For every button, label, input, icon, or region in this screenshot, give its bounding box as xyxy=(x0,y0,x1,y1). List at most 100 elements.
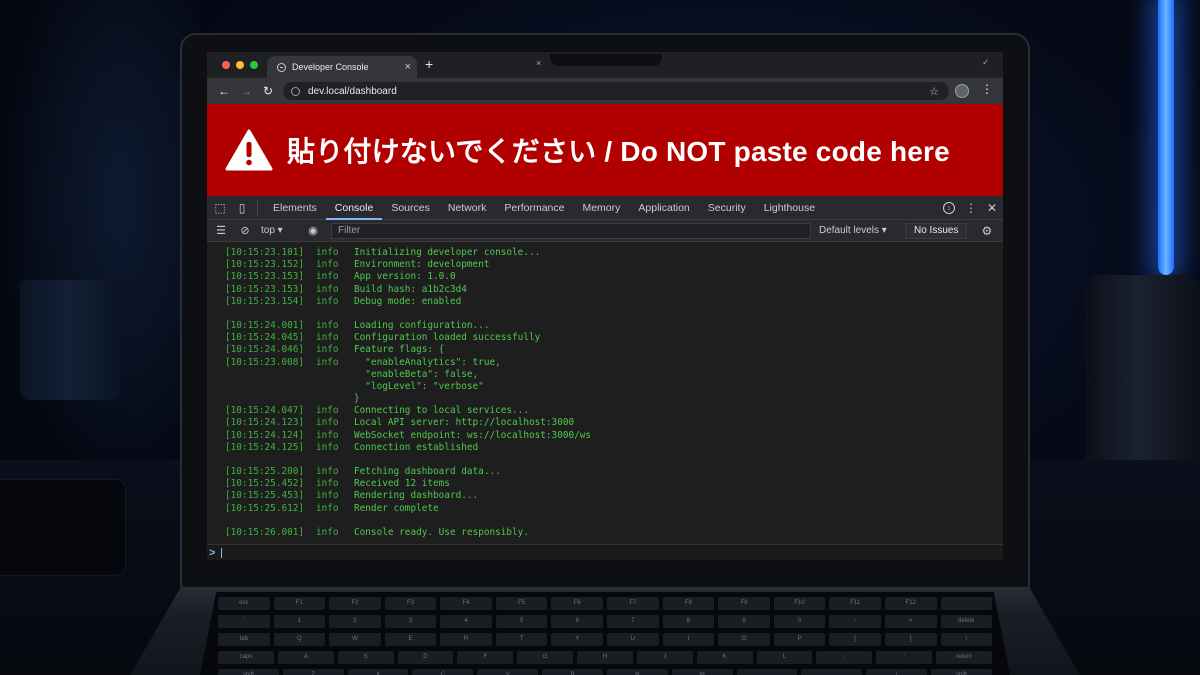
keyboard-key: F xyxy=(457,651,514,664)
log-message: Environment: development xyxy=(354,259,490,271)
keyboard-key: [ xyxy=(829,633,881,646)
keyboard-key: . xyxy=(801,669,863,675)
console-prompt[interactable]: > xyxy=(207,544,1003,560)
log-message: Configuration loaded successfully xyxy=(354,332,541,344)
keyboard-row: tab Q W E R T Y U I O P[] \ xyxy=(200,633,1010,646)
clear-console-icon[interactable]: ⊘ xyxy=(233,224,257,237)
log-timestamp: [10:15:26.001] xyxy=(225,526,305,538)
tab-close-icon[interactable]: × xyxy=(405,61,411,73)
devtools-menu-icon[interactable]: ⋮ xyxy=(965,201,977,215)
laptop-screen: Developer Console × + × ✓ ← → ↻ dev.loca… xyxy=(207,52,1003,560)
device-toolbar-icon[interactable]: ▯ xyxy=(231,201,253,215)
context-selector[interactable]: top ▾ xyxy=(261,225,301,236)
tabbar-close-icon[interactable]: × xyxy=(536,58,541,68)
browser-tab[interactable]: Developer Console × xyxy=(267,56,417,78)
tab-search-chevron-icon[interactable]: ✓ xyxy=(982,57,990,68)
log-message: Received 12 items xyxy=(354,478,450,490)
log-message: Debug mode: enabled xyxy=(354,295,462,307)
console-settings-gear-icon[interactable]: ⚙ xyxy=(981,224,992,238)
log-line: [10:15:24.124] info WebSocket endpoint: ws… xyxy=(207,430,1003,442)
window-close-dot[interactable] xyxy=(222,61,230,69)
forward-arrow-icon[interactable]: → xyxy=(235,78,257,104)
log-timestamp: [10:15:23.152] xyxy=(225,259,305,271)
log-line: [10:15:24.001] info Loading configuration.… xyxy=(207,320,1003,332)
devtools-tab-console[interactable]: Console xyxy=(325,196,383,220)
keyboard-row: esc F1 F2 F3 F4 F5 F6 F7 F8 F9 F10 F11 F12 xyxy=(200,597,1010,610)
log-line: [10:15:25.452] info Received 12 items xyxy=(207,478,1003,490)
log-message: Loading configuration... xyxy=(354,319,490,331)
log-gap xyxy=(207,515,1003,527)
devtools-tab-elements[interactable]: Elements xyxy=(264,196,326,220)
text-caret xyxy=(221,547,222,558)
devtools-tab-lighthouse[interactable]: Lighthouse xyxy=(755,196,824,220)
keyboard-key: / xyxy=(866,669,928,675)
devtools-tab-application[interactable]: Application xyxy=(629,196,698,220)
address-bar[interactable]: dev.local/dashboard ☆ xyxy=(283,82,949,100)
keyboard-key: 4 xyxy=(440,615,492,628)
keyboard-key: G xyxy=(517,651,574,664)
keyboard-key: ` xyxy=(218,615,270,628)
log-line: [10:15:24.125] info Connection established xyxy=(207,442,1003,454)
keyboard-key: F12 xyxy=(884,597,937,610)
site-info-icon[interactable] xyxy=(291,86,300,96)
issues-shield-icon[interactable]: ↕ xyxy=(942,202,955,214)
log-level: info xyxy=(316,526,339,538)
keyboard-key: return xyxy=(936,651,992,664)
log-timestamp: [10:15:23.153] xyxy=(225,271,305,283)
log-levels-label: Default levels xyxy=(819,225,880,236)
log-level: info xyxy=(316,441,339,453)
log-message: Local API server: http://localhost:3000 xyxy=(354,417,575,429)
log-level: info xyxy=(316,271,339,283)
keyboard-key xyxy=(940,597,993,610)
devtools-tab-network[interactable]: Network xyxy=(439,196,496,220)
keyboard-key: esc xyxy=(218,597,270,610)
log-message: Connection established xyxy=(354,441,479,453)
log-line: [10:15:23.153] info Build hash: a1b2c3d4 xyxy=(207,284,1003,296)
log-gap xyxy=(207,454,1003,466)
keyboard-key: = xyxy=(884,615,937,628)
log-level: info xyxy=(316,259,339,271)
keyboard-key: N xyxy=(606,669,668,675)
sidebar-toggle-icon[interactable]: ☰ xyxy=(209,224,233,237)
issues-button[interactable]: No Issues xyxy=(905,222,968,239)
devtools-tabbar: ⬚ ▯ Elements Console Sources Network Per… xyxy=(207,196,1003,220)
back-arrow-icon[interactable]: ← xyxy=(213,78,235,104)
keyboard-key: F3 xyxy=(384,597,437,610)
address-url[interactable]: dev.local/dashboard xyxy=(308,86,929,97)
log-message: Rendering dashboard... xyxy=(354,490,479,502)
devtools-close-icon[interactable]: ✕ xyxy=(987,201,997,215)
browser-toolbar: ← → ↻ dev.local/dashboard ☆ ⋮ xyxy=(207,78,1003,104)
log-message: Initializing developer console... xyxy=(354,247,541,258)
window-zoom-dot[interactable] xyxy=(250,61,258,69)
log-level: info xyxy=(316,502,339,514)
bookmark-star-icon[interactable]: ☆ xyxy=(929,85,939,98)
log-timestamp: [10:15:24.046] xyxy=(225,344,305,356)
devtools-tab-performance[interactable]: Performance xyxy=(495,196,573,220)
prompt-chevron-icon: > xyxy=(209,546,216,559)
keyboard-key: 7 xyxy=(607,615,659,628)
console-toolbar: ☰ ⊘ top ▾ ◉ Filter Default levels ▾ No I… xyxy=(207,220,1003,242)
log-line: [10:15:23.008] info "enableAnalytics": tr… xyxy=(207,357,1003,369)
browser-menu-icon[interactable]: ⋮ xyxy=(981,83,993,95)
keyboard-key: R xyxy=(440,633,492,646)
console-log: [10:15:23.101] info Initializing developer… xyxy=(207,242,1003,544)
keyboard-key: 9 xyxy=(718,615,770,628)
inspect-element-icon[interactable]: ⬚ xyxy=(209,201,231,215)
live-expression-eye-icon[interactable]: ◉ xyxy=(301,224,325,237)
keyboard-key: H xyxy=(577,651,633,664)
console-filter-input[interactable]: Filter xyxy=(331,222,811,239)
window-minimize-dot[interactable] xyxy=(236,61,244,69)
keyboard-key: F9 xyxy=(718,597,770,610)
context-label: top xyxy=(261,225,275,236)
log-levels-dropdown[interactable]: Default levels ▾ xyxy=(819,225,905,236)
profile-avatar-icon[interactable] xyxy=(955,84,969,98)
keyboard-key: K xyxy=(696,651,753,664)
devtools-tab-memory[interactable]: Memory xyxy=(573,196,629,220)
new-tab-button[interactable]: + xyxy=(425,57,433,71)
reload-icon[interactable]: ↻ xyxy=(257,78,279,104)
keyboard-key: I xyxy=(662,633,715,646)
log-level: info xyxy=(316,356,339,368)
devtools-tab-security[interactable]: Security xyxy=(699,196,755,220)
tab-title: Developer Console xyxy=(292,62,369,72)
devtools-tab-sources[interactable]: Sources xyxy=(382,196,439,220)
